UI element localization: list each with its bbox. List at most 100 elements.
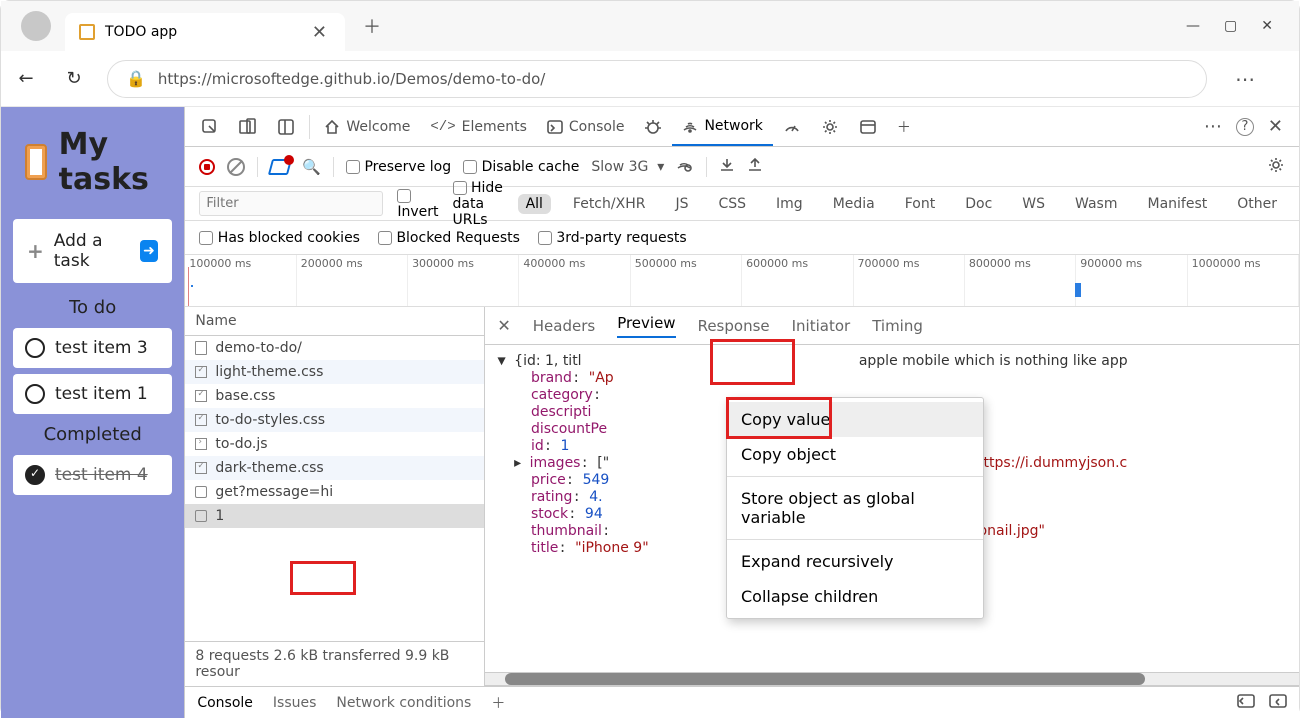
drawer-collapse-icon[interactable] (1269, 694, 1287, 712)
filter-type[interactable]: Doc (957, 194, 1000, 214)
device-emulation-icon[interactable] (229, 107, 267, 146)
browser-tab[interactable]: TODO app ✕ (65, 13, 345, 51)
tab-elements[interactable]: </>Elements (420, 107, 536, 146)
more-icon[interactable]: ⋯ (1225, 67, 1265, 91)
profile-avatar[interactable] (21, 11, 51, 41)
blocked-cookies-checkbox[interactable]: Has blocked cookies (199, 230, 360, 246)
filter-type-all[interactable]: All (518, 194, 551, 214)
tab-favicon (79, 24, 95, 40)
request-row[interactable]: to-do.js (185, 432, 484, 456)
filter-type[interactable]: Manifest (1139, 194, 1215, 214)
task-item[interactable]: test item 3 (13, 328, 172, 368)
close-details-icon[interactable]: ✕ (497, 316, 510, 335)
submit-arrow-icon[interactable]: ➜ (140, 240, 159, 262)
site-info-icon[interactable]: 🔒 (126, 69, 146, 88)
dock-side-icon[interactable] (267, 107, 305, 146)
detail-tabs: ✕ Headers Preview Response Initiator Tim… (485, 307, 1299, 345)
filter-type[interactable]: Font (897, 194, 943, 214)
throttling-select[interactable]: Slow 3G ▾ (591, 159, 664, 175)
preserve-log-checkbox[interactable]: Preserve log (346, 159, 451, 175)
filter-type[interactable]: Media (825, 194, 883, 214)
menu-copy-object[interactable]: Copy object (727, 437, 983, 472)
request-row[interactable]: base.css (185, 384, 484, 408)
request-row[interactable]: to-do-styles.css (185, 408, 484, 432)
menu-collapse-children[interactable]: Collapse children (727, 579, 983, 614)
tab-welcome[interactable]: Welcome (314, 107, 420, 146)
import-har-icon[interactable] (719, 157, 735, 177)
network-settings-icon[interactable] (1267, 156, 1285, 178)
tab-timing[interactable]: Timing (872, 317, 923, 335)
fetch-icon (195, 510, 207, 522)
close-tab-icon[interactable]: ✕ (308, 18, 331, 47)
name-column-header[interactable]: Name (185, 307, 484, 336)
filter-type[interactable]: CSS (710, 194, 754, 214)
request-row[interactable]: get?message=hi (185, 480, 484, 504)
tab-bug-icon[interactable] (634, 107, 672, 146)
filter-type[interactable]: WS (1014, 194, 1053, 214)
task-item[interactable]: test item 1 (13, 374, 172, 414)
disable-cache-checkbox[interactable]: Disable cache (463, 159, 579, 175)
third-party-checkbox[interactable]: 3rd-party requests (538, 230, 687, 246)
close-window-icon[interactable]: ✕ (1261, 18, 1273, 34)
menu-store-global[interactable]: Store object as global variable (727, 481, 983, 535)
invert-checkbox[interactable]: Invert (397, 188, 438, 220)
drawer-tab-console[interactable]: Console (197, 695, 253, 711)
plus-icon: + (27, 239, 44, 263)
network-timeline[interactable]: 100000 ms200000 ms 300000 ms400000 ms 50… (185, 255, 1299, 307)
add-task-input[interactable]: + Add a task ➜ (13, 219, 172, 283)
filter-type[interactable]: Wasm (1067, 194, 1125, 214)
help-icon[interactable]: ? (1236, 118, 1254, 136)
more-drawer-tabs-icon[interactable]: ＋ (491, 693, 505, 713)
url-box[interactable]: 🔒 https://microsoftedge.github.io/Demos/… (107, 60, 1207, 98)
horizontal-scrollbar[interactable] (485, 672, 1299, 686)
more-tabs-icon[interactable]: ＋ (887, 107, 921, 146)
record-button[interactable] (199, 159, 215, 175)
unchecked-radio-icon[interactable] (25, 384, 45, 404)
network-conditions-icon[interactable] (676, 156, 694, 178)
tab-network[interactable]: Network (672, 107, 772, 146)
clear-button[interactable] (227, 158, 245, 176)
checked-radio-icon[interactable] (25, 465, 45, 485)
drawer-tab-issues[interactable]: Issues (273, 695, 317, 711)
maximize-icon[interactable]: ▢ (1224, 18, 1237, 34)
unchecked-radio-icon[interactable] (25, 338, 45, 358)
tab-initiator[interactable]: Initiator (792, 317, 851, 335)
back-button[interactable]: ← (11, 68, 41, 89)
clipboard-icon (25, 144, 47, 180)
window-controls: — ▢ ✕ (1186, 18, 1293, 34)
tab-preview[interactable]: Preview (617, 314, 675, 338)
tab-application-icon[interactable] (849, 107, 887, 146)
filter-funnel-icon[interactable] (270, 159, 290, 175)
blocked-requests-checkbox[interactable]: Blocked Requests (378, 230, 520, 246)
tab-headers[interactable]: Headers (533, 317, 595, 335)
close-devtools-icon[interactable]: ✕ (1268, 116, 1283, 137)
tab-performance-icon[interactable] (773, 107, 811, 146)
tab-console[interactable]: Console (537, 107, 635, 146)
devtools-main-tabs: Welcome </>Elements Console Network ＋ ⋯ … (185, 107, 1299, 147)
filter-type[interactable]: Fetch/XHR (565, 194, 654, 214)
new-tab-button[interactable]: ＋ (359, 9, 385, 43)
request-row[interactable]: dark-theme.css (185, 456, 484, 480)
menu-copy-value[interactable]: Copy value (727, 402, 983, 437)
filter-type[interactable]: Img (768, 194, 811, 214)
stylesheet-icon (195, 414, 207, 426)
filter-input[interactable] (199, 191, 383, 216)
task-item-completed[interactable]: test item 4 (13, 455, 172, 495)
tab-title: TODO app (105, 24, 298, 40)
more-tools-icon[interactable]: ⋯ (1204, 116, 1222, 137)
drawer-tab-network-conditions[interactable]: Network conditions (336, 695, 471, 711)
tab-settings-gear-icon[interactable] (811, 107, 849, 146)
inspect-element-icon[interactable] (191, 107, 229, 146)
minimize-icon[interactable]: — (1186, 18, 1200, 34)
search-icon[interactable]: 🔍 (302, 158, 321, 176)
refresh-button[interactable]: ↻ (59, 68, 89, 89)
drawer-expand-icon[interactable] (1237, 694, 1255, 712)
export-har-icon[interactable] (747, 157, 763, 177)
request-row[interactable]: light-theme.css (185, 360, 484, 384)
request-row-selected[interactable]: 1 (185, 504, 484, 528)
filter-type[interactable]: JS (667, 194, 696, 214)
filter-type[interactable]: Other (1229, 194, 1285, 214)
request-row[interactable]: demo-to-do/ (185, 336, 484, 360)
tab-response[interactable]: Response (698, 317, 770, 335)
menu-expand-recursively[interactable]: Expand recursively (727, 544, 983, 579)
